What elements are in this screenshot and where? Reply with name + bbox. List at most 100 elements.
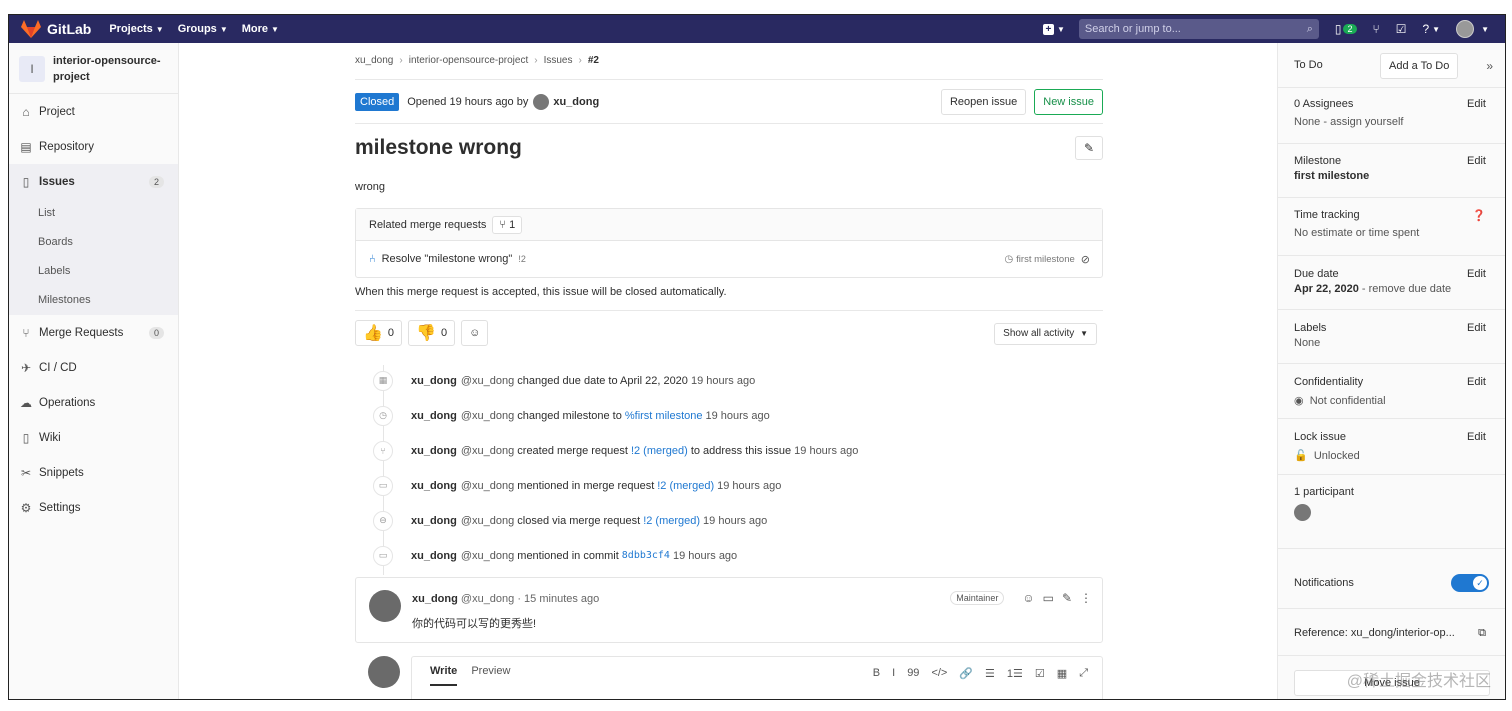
commit-link[interactable]: 8dbb3cf4 xyxy=(622,550,670,561)
help-dropdown[interactable]: ? ▼ xyxy=(1422,22,1440,36)
confidentiality-block: Confidentiality Edit ◉ Not confidential xyxy=(1294,376,1486,407)
edit-title-button[interactable]: ✎ xyxy=(1075,136,1103,160)
new-dropdown[interactable]: + ▼ xyxy=(1042,23,1065,35)
edit-due-date-button[interactable]: Edit xyxy=(1467,268,1486,280)
numbered-list-icon[interactable]: 1☰ xyxy=(1007,667,1023,680)
left-sidebar: I interior-opensource-project ⌂ Project ▤… xyxy=(9,43,179,699)
sidebar-item-wiki[interactable]: ▯ Wiki xyxy=(9,420,178,455)
clock-icon: ◷ xyxy=(373,405,393,426)
sidebar-item-project[interactable]: ⌂ Project xyxy=(9,94,178,129)
help-icon: ? xyxy=(1422,22,1430,36)
breadcrumb-current[interactable]: #2 xyxy=(588,55,599,66)
merge-request-link[interactable]: !2 (merged) xyxy=(631,445,688,457)
nav-groups[interactable]: Groups ▼ xyxy=(178,23,228,35)
edit-assignees-button[interactable]: Edit xyxy=(1467,98,1486,110)
milestone-link[interactable]: first milestone xyxy=(1294,170,1490,182)
issues-badge: 2 xyxy=(1343,24,1357,34)
sidebar-item-cicd[interactable]: ✈ CI / CD xyxy=(9,350,178,385)
cloud-icon: ☁ xyxy=(20,395,32,410)
copy-icon[interactable]: ⧉ xyxy=(1478,627,1486,640)
search-input[interactable]: Search or jump to... ⌕ xyxy=(1078,19,1319,39)
code-icon[interactable]: </> xyxy=(931,667,947,680)
avatar[interactable] xyxy=(533,94,550,110)
avatar[interactable] xyxy=(369,590,401,622)
add-reaction-button[interactable]: ☺ xyxy=(461,320,489,346)
milestone-link[interactable]: %first milestone xyxy=(625,410,703,422)
related-mr-milestone: first milestone xyxy=(1016,253,1075,265)
list-item: ▦ xu_dong @xu_dong changed due date to Ap… xyxy=(373,363,1103,398)
bold-icon[interactable]: B xyxy=(873,667,880,680)
sidebar-item-issues[interactable]: ▯ Issues 2 xyxy=(9,164,178,199)
user-menu[interactable]: ▼ xyxy=(1456,20,1489,38)
add-reaction-icon[interactable]: ☺ xyxy=(1022,591,1034,605)
todos-nav-button[interactable]: ☑ xyxy=(1396,22,1407,36)
tab-preview[interactable]: Preview xyxy=(471,665,510,686)
table-icon[interactable]: ▦ xyxy=(1057,667,1067,680)
tab-write[interactable]: Write xyxy=(430,665,458,686)
sidebar-item-settings[interactable]: ⚙ Settings xyxy=(9,490,178,525)
related-mr-item[interactable]: ⑃ Resolve "milestone wrong" !2 ◷ first m… xyxy=(356,241,1102,277)
breadcrumb-user[interactable]: xu_dong xyxy=(355,55,393,66)
related-mr-ref: !2 xyxy=(518,254,526,264)
nav-projects[interactable]: Projects ▼ xyxy=(109,23,163,35)
pencil-icon[interactable]: ✎ xyxy=(1062,591,1072,605)
divider xyxy=(1278,418,1505,419)
activity-filter-dropdown[interactable]: Show all activity ▼ xyxy=(994,323,1097,345)
thumbs-up-button[interactable]: 👍 0 xyxy=(355,320,403,346)
issue-author[interactable]: xu_dong xyxy=(553,96,599,108)
related-mr-title[interactable]: Resolve "milestone wrong" xyxy=(382,253,513,265)
divider xyxy=(1278,309,1505,310)
link-icon[interactable]: 🔗 xyxy=(959,667,973,680)
thumbs-up-icon: 👍 xyxy=(363,325,383,342)
project-header[interactable]: I interior-opensource-project xyxy=(9,43,178,94)
reply-icon[interactable]: ▭ xyxy=(1043,591,1054,605)
avatar[interactable] xyxy=(1294,504,1311,521)
help-icon[interactable]: ❓ xyxy=(1472,209,1486,222)
sidebar-subitem-milestones[interactable]: Milestones xyxy=(9,286,178,315)
collapse-sidebar-icon[interactable]: » xyxy=(1486,59,1493,73)
sidebar-item-operations[interactable]: ☁ Operations xyxy=(9,385,178,420)
thumbs-down-button[interactable]: 👎 0 xyxy=(408,320,456,346)
comment-editor[interactable]: Write Preview B I 99 </> 🔗 ☰ 1☰ ☑ ▦ ⤢ xyxy=(411,656,1103,699)
avatar xyxy=(368,656,400,688)
gitlab-logo[interactable]: GitLab xyxy=(21,20,91,38)
auto-close-note: When this merge request is accepted, thi… xyxy=(355,286,727,298)
new-issue-button[interactable]: New issue xyxy=(1034,89,1103,115)
sidebar-subitem-boards[interactable]: Boards xyxy=(9,228,178,257)
edit-labels-button[interactable]: Edit xyxy=(1467,322,1486,334)
issues-submenu: List Boards Labels Milestones xyxy=(9,199,178,315)
notifications-toggle[interactable]: ✓ xyxy=(1451,574,1489,592)
bullet-list-icon[interactable]: ☰ xyxy=(985,667,995,680)
comment-author[interactable]: xu_dong xyxy=(412,593,458,605)
italic-icon[interactable]: I xyxy=(892,667,895,680)
quote-icon[interactable]: 99 xyxy=(907,667,919,680)
sidebar-item-snippets[interactable]: ✂ Snippets xyxy=(9,455,178,490)
merge-requests-nav-button[interactable]: ⑂ xyxy=(1373,22,1380,36)
merge-request-link[interactable]: !2 (merged) xyxy=(657,480,714,492)
sidebar-subitem-list[interactable]: List xyxy=(9,199,178,228)
sidebar-item-merge-requests[interactable]: ⑂ Merge Requests 0 xyxy=(9,315,178,350)
reopen-issue-button[interactable]: Reopen issue xyxy=(940,89,1027,115)
edit-milestone-button[interactable]: Edit xyxy=(1467,155,1486,167)
divider xyxy=(355,79,1103,80)
edit-confidentiality-button[interactable]: Edit xyxy=(1467,376,1486,388)
time-tracking-block: Time tracking ❓ No estimate or time spen… xyxy=(1294,209,1486,239)
more-actions-icon[interactable]: ⋮ xyxy=(1080,591,1092,605)
assign-yourself-link[interactable]: None - assign yourself xyxy=(1294,116,1490,128)
nav-more[interactable]: More ▼ xyxy=(242,23,279,35)
sidebar-subitem-labels[interactable]: Labels xyxy=(9,257,178,286)
edit-lock-button[interactable]: Edit xyxy=(1467,431,1486,443)
breadcrumb-issues[interactable]: Issues xyxy=(544,55,573,66)
rocket-icon: ✈ xyxy=(20,360,32,375)
fullscreen-icon[interactable]: ⤢ xyxy=(1079,667,1088,680)
issues-nav-button[interactable]: ▯ 2 xyxy=(1335,22,1357,36)
status-badge: Closed xyxy=(355,93,400,111)
sidebar-item-repository[interactable]: ▤ Repository xyxy=(9,129,178,164)
breadcrumb: xu_dong › interior-opensource-project › Is… xyxy=(355,55,605,66)
add-todo-button[interactable]: Add a To Do xyxy=(1380,53,1459,79)
task-list-icon[interactable]: ☑ xyxy=(1035,667,1045,680)
remove-due-date-link[interactable]: - remove due date xyxy=(1362,283,1451,295)
breadcrumb-project[interactable]: interior-opensource-project xyxy=(409,55,529,66)
merge-request-link[interactable]: !2 (merged) xyxy=(643,515,700,527)
merge-request-icon: ⑂ xyxy=(22,325,30,340)
